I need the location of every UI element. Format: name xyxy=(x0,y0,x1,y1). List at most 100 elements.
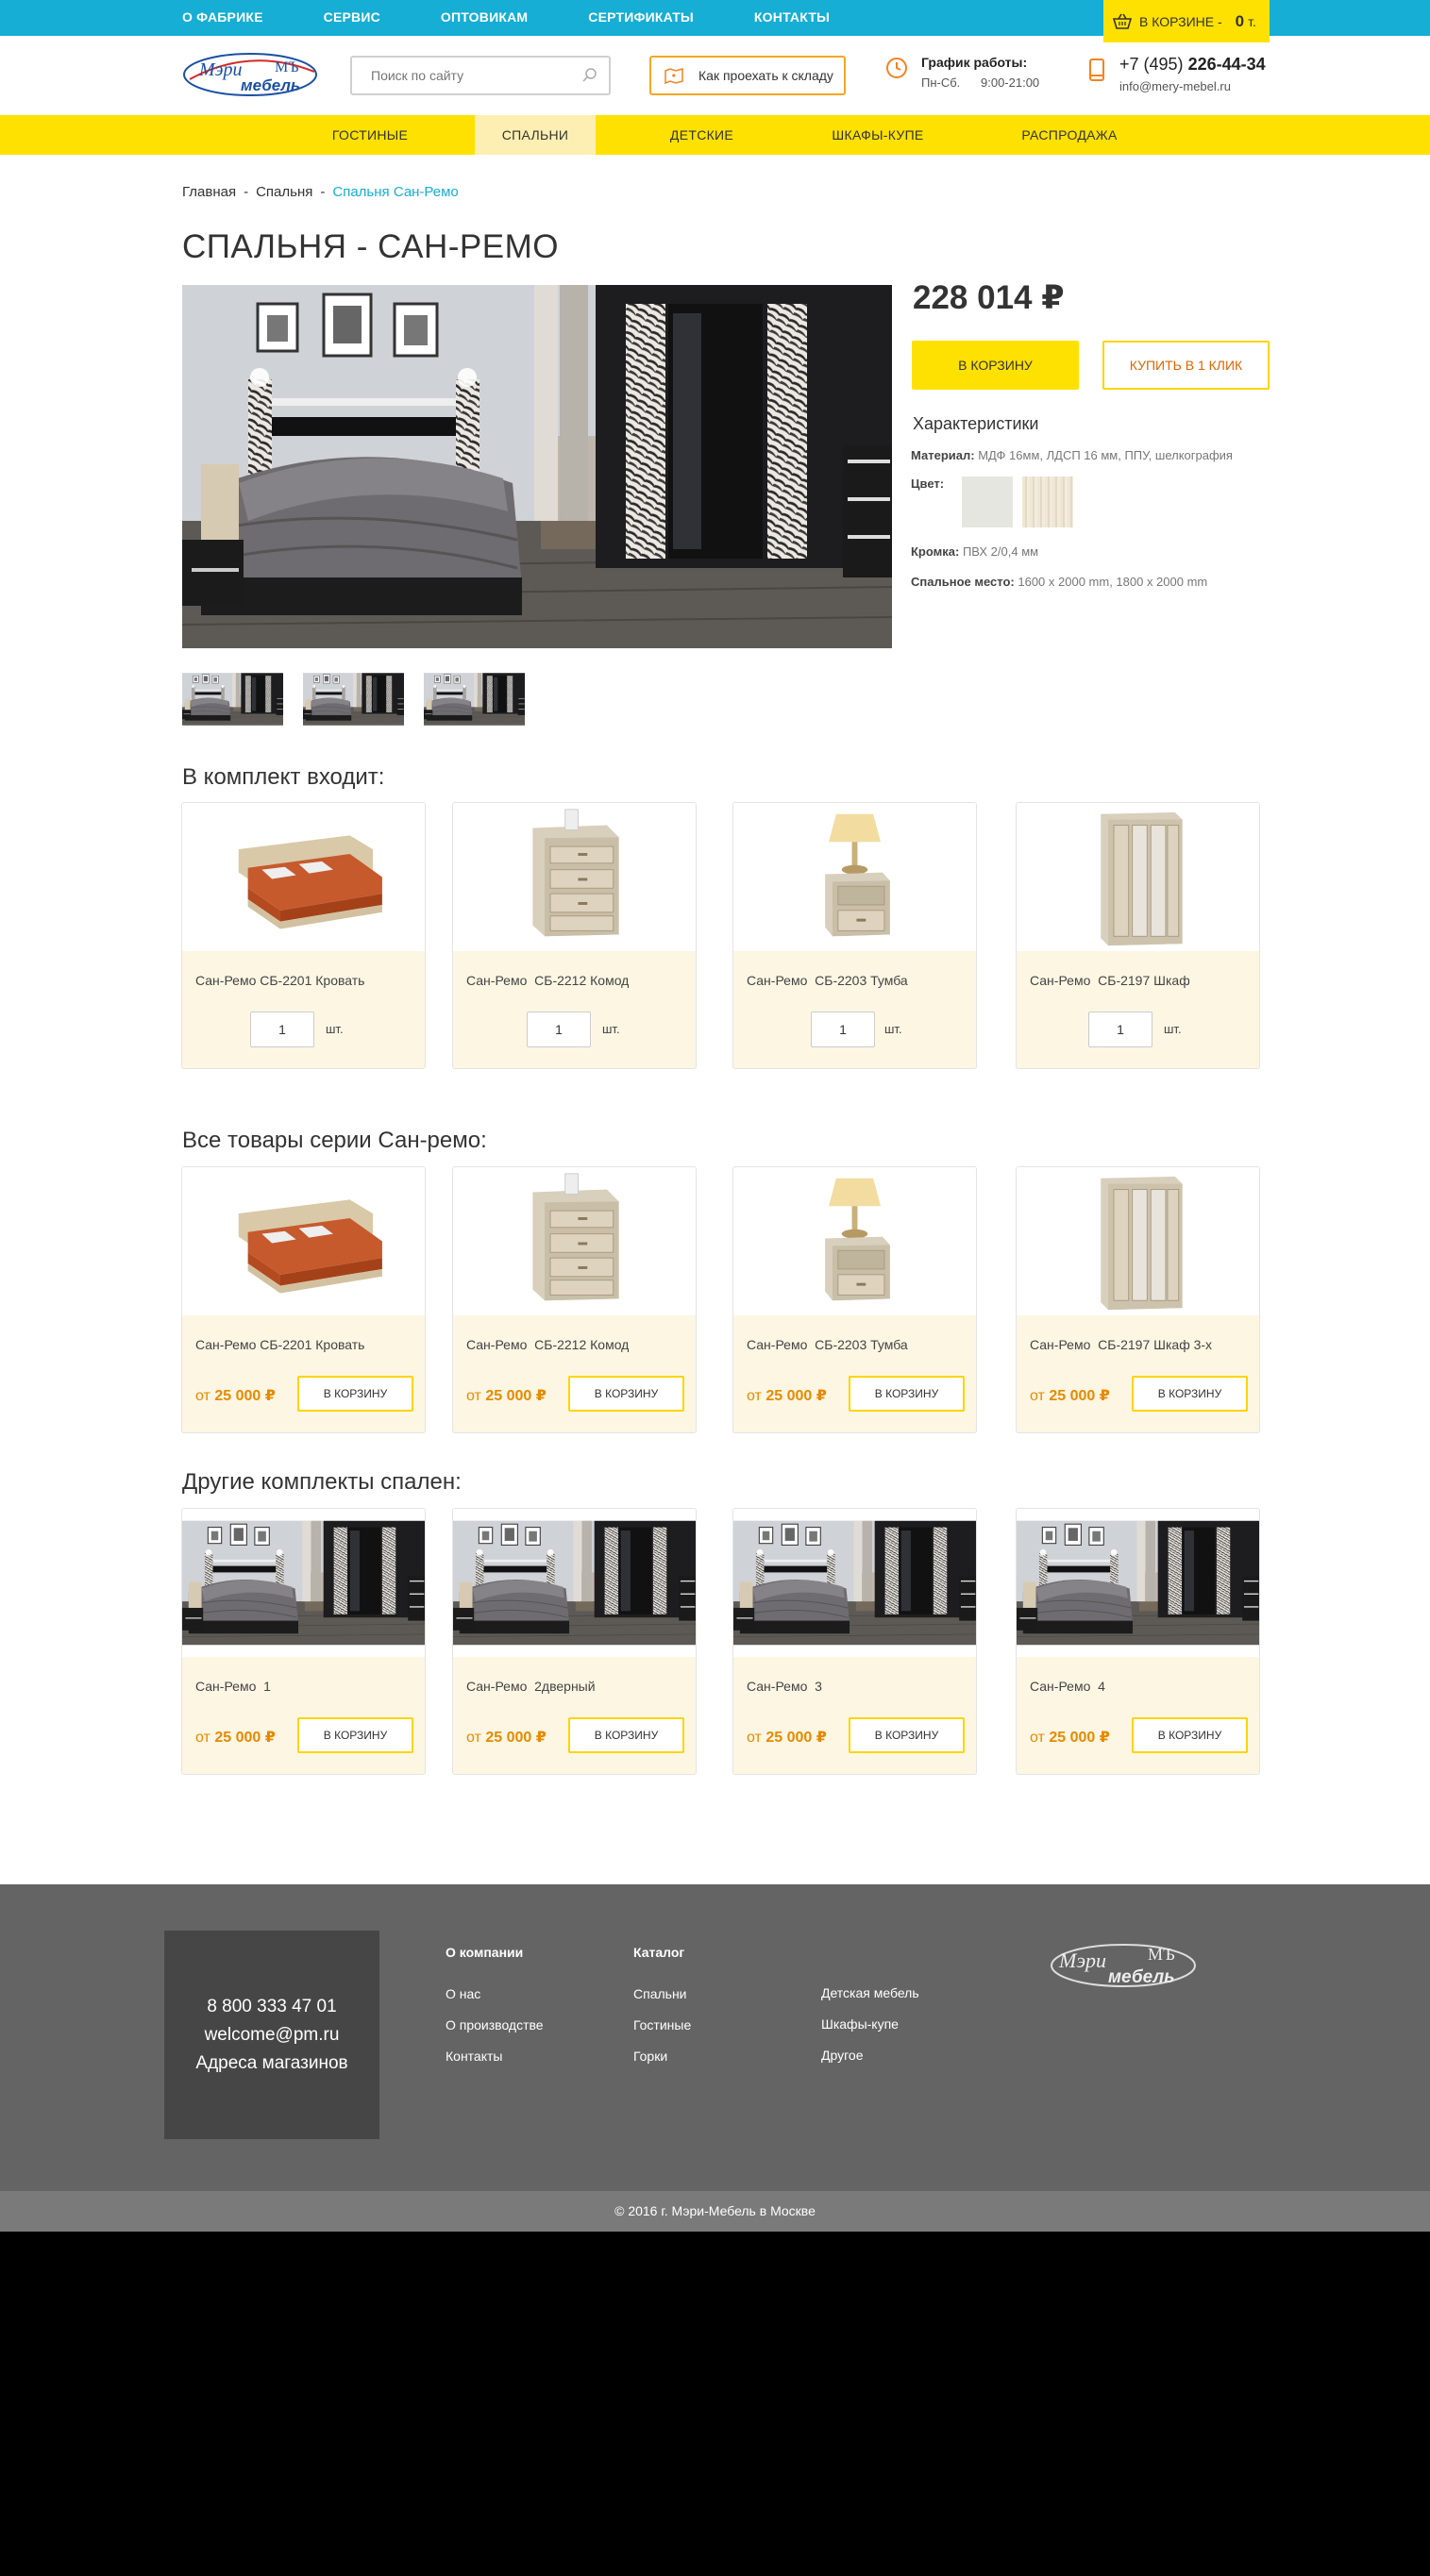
price-value: 25 000 ₽ xyxy=(765,1730,827,1746)
search-box xyxy=(350,56,611,95)
bed-size-row: Спальное место: 1600 х 2000 mm, 1800 х 2… xyxy=(911,575,1207,589)
topnav-certificates-link[interactable]: СЕРТИФИКАТЫ xyxy=(588,0,694,36)
product-image[interactable] xyxy=(733,1509,976,1657)
add-to-cart-button[interactable]: В КОРЗИНУ xyxy=(849,1376,965,1412)
quantity-input[interactable] xyxy=(250,1012,314,1047)
footer-link-slides[interactable]: Горки xyxy=(633,2049,691,2064)
footer-link-kids[interactable]: Детская мебель xyxy=(821,1985,919,2000)
color-swatch-ivory[interactable] xyxy=(1022,477,1073,527)
route-to-warehouse-button[interactable]: Как проехать к складу xyxy=(649,56,846,95)
product-image[interactable] xyxy=(1017,1167,1259,1315)
product-name[interactable]: Сан-Ремо СБ-2203 Тумба xyxy=(747,1337,908,1352)
footer-logo-text-2: мебель xyxy=(1108,1967,1175,1987)
clock-icon xyxy=(886,58,907,78)
add-to-cart-button[interactable]: В КОРЗИНУ xyxy=(849,1717,965,1753)
footer-stores-link[interactable]: Адреса магазинов xyxy=(164,2049,379,2078)
add-to-cart-button[interactable]: В КОРЗИНУ xyxy=(1132,1376,1248,1412)
color-swatch-white[interactable] xyxy=(962,477,1013,527)
site-logo[interactable] xyxy=(182,51,319,98)
thumbnail-image[interactable] xyxy=(424,665,525,733)
add-to-cart-button[interactable]: В КОРЗИНУ xyxy=(568,1376,684,1412)
footer-link-production[interactable]: О производстве xyxy=(446,2017,544,2032)
thumbnail-strip xyxy=(182,665,545,733)
footer-phone[interactable]: 8 800 333 47 01 xyxy=(164,1993,379,2021)
add-to-cart-button[interactable]: В КОРЗИНУ xyxy=(297,1376,413,1412)
footer-link-other[interactable]: Другое xyxy=(821,2048,919,2063)
product-name[interactable]: Сан-Ремо СБ-2197 Шкаф 3-х xyxy=(1030,1337,1212,1352)
product-name[interactable]: Сан-Ремо СБ-2197 Шкаф xyxy=(1030,973,1190,988)
price-value: 25 000 ₽ xyxy=(214,1730,276,1746)
add-to-cart-button[interactable]: В КОРЗИНУ xyxy=(912,341,1079,390)
product-image[interactable] xyxy=(453,1167,696,1315)
search-input[interactable] xyxy=(352,58,560,93)
footer-link-contacts[interactable]: Контакты xyxy=(446,2049,544,2064)
footer-link-about[interactable]: О нас xyxy=(446,1986,544,2001)
topnav-factory-link[interactable]: О ФАБРИКЕ xyxy=(182,0,263,36)
product-main-image[interactable] xyxy=(182,285,892,648)
phone-icon xyxy=(1089,59,1104,81)
quantity-input[interactable] xyxy=(811,1012,875,1047)
footer-logo[interactable]: Мэри мебель МЪ xyxy=(1048,1937,1199,1994)
mainnav-living-rooms[interactable]: ГОСТИНЫЕ xyxy=(304,115,436,155)
product-name[interactable]: Сан-Ремо СБ-2201 Кровать xyxy=(195,1337,364,1352)
thumbnail-image[interactable] xyxy=(182,665,283,733)
price-value: 25 000 ₽ xyxy=(1049,1388,1110,1404)
topnav-contacts-link[interactable]: КОНТАКТЫ xyxy=(754,0,830,36)
material-label: Материал: xyxy=(911,448,975,462)
buy-one-click-button[interactable]: КУПИТЬ В 1 КЛИК xyxy=(1102,341,1270,390)
mainnav-wardrobes[interactable]: ШКАФЫ-КУПЕ xyxy=(807,115,949,155)
product-image[interactable] xyxy=(453,803,696,951)
series-item-card: Сан-Ремо СБ-2201 Кровать от 25 000 ₽ В К… xyxy=(181,1166,426,1433)
product-name[interactable]: Сан-Ремо 4 xyxy=(1030,1679,1105,1694)
material-row: Материал: МДФ 16мм, ЛДСП 16 мм, ППУ, шел… xyxy=(911,448,1233,462)
product-name[interactable]: Сан-Ремо 2дверный xyxy=(466,1679,596,1694)
footer-catalog-column: Каталог Спальни Гостиные Горки xyxy=(633,1945,691,2080)
product-image[interactable] xyxy=(733,803,976,951)
thumbnail-image[interactable] xyxy=(303,665,404,733)
color-label: Цвет: xyxy=(911,477,945,491)
product-image[interactable] xyxy=(1017,803,1259,951)
product-name[interactable]: Сан-Ремо СБ-2212 Комод xyxy=(466,973,629,988)
price-prefix: от xyxy=(466,1730,481,1746)
product-name[interactable]: Сан-Ремо СБ-2212 Комод xyxy=(466,1337,629,1352)
product-image[interactable] xyxy=(1017,1509,1259,1657)
breadcrumb-bedroom[interactable]: Спальня xyxy=(256,184,312,200)
add-to-cart-button[interactable]: В КОРЗИНУ xyxy=(568,1717,684,1753)
product-image[interactable] xyxy=(182,1167,425,1315)
footer-link-wardrobes[interactable]: Шкафы-купе xyxy=(821,2016,919,2032)
quantity-input[interactable] xyxy=(527,1012,591,1047)
price-prefix: от xyxy=(195,1388,210,1404)
mainnav-bedrooms[interactable]: СПАЛЬНИ xyxy=(475,115,596,155)
add-to-cart-button[interactable]: В КОРЗИНУ xyxy=(297,1717,413,1753)
topnav-service-link[interactable]: СЕРВИС xyxy=(324,0,380,36)
product-price: от 25 000 ₽ xyxy=(747,1386,827,1405)
hours-days: Пн-Сб. xyxy=(921,75,961,90)
email-link[interactable]: info@mery-mebel.ru xyxy=(1119,79,1231,93)
characteristics-title: Характеристики xyxy=(913,414,1039,433)
cart-widget[interactable]: В КОРЗИНЕ - 0 т. xyxy=(1103,0,1270,42)
phone-number[interactable]: +7 (495) 226-44-34 xyxy=(1119,55,1266,75)
product-image[interactable] xyxy=(453,1509,696,1657)
product-image[interactable] xyxy=(182,803,425,951)
footer-email[interactable]: welcome@pm.ru xyxy=(164,2021,379,2049)
kit-item-card: Сан-Ремо СБ-2201 Кровать шт. xyxy=(181,802,426,1069)
product-name[interactable]: Сан-Ремо СБ-2201 Кровать xyxy=(195,973,364,988)
kit-section-title: В комплект входит: xyxy=(182,764,385,790)
breadcrumb-current: Спальня Сан-Ремо xyxy=(332,184,459,200)
product-name[interactable]: Сан-Ремо СБ-2203 Тумба xyxy=(747,973,908,988)
product-image[interactable] xyxy=(182,1509,425,1657)
footer-link-living-rooms[interactable]: Гостиные xyxy=(633,2017,691,2032)
product-name[interactable]: Сан-Ремо 3 xyxy=(747,1679,822,1694)
search-icon[interactable] xyxy=(582,68,597,83)
footer-link-bedrooms[interactable]: Спальни xyxy=(633,1986,691,2001)
product-image[interactable] xyxy=(733,1167,976,1315)
mainnav-kids[interactable]: ДЕТСКИЕ xyxy=(638,115,765,155)
product-name[interactable]: Сан-Ремо 1 xyxy=(195,1679,271,1694)
quantity-input[interactable] xyxy=(1088,1012,1152,1047)
add-to-cart-button[interactable]: В КОРЗИНУ xyxy=(1132,1717,1248,1753)
price-value: 25 000 ₽ xyxy=(214,1388,276,1404)
edge-row: Кромка: ПВХ 2/0,4 мм xyxy=(911,544,1038,559)
topnav-wholesale-link[interactable]: ОПТОВИКАМ xyxy=(441,0,528,36)
breadcrumb-home[interactable]: Главная xyxy=(182,184,236,200)
mainnav-sale[interactable]: РАСПРОДАЖА xyxy=(1003,115,1136,155)
